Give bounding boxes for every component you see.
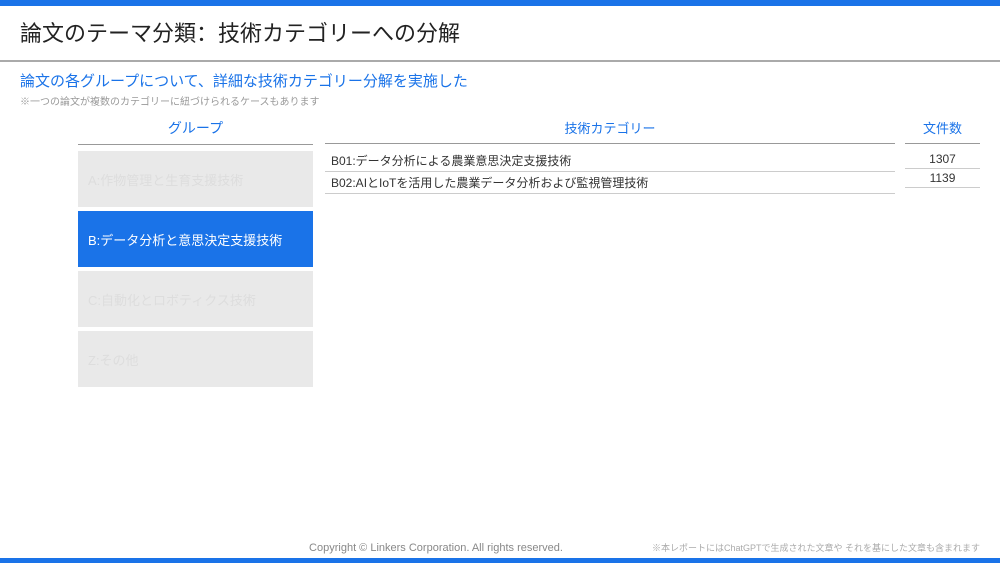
bottom-accent-bar [0, 558, 1000, 563]
category-row: B01:データ分析による農業意思決定支援技術 [325, 150, 895, 172]
main-layout: グループ A:作物管理と生育支援技術 B:データ分析と意思決定支援技術 C:自動… [20, 116, 980, 391]
group-sidebar: グループ A:作物管理と生育支援技術 B:データ分析と意思決定支援技術 C:自動… [78, 116, 313, 391]
sidebar-header: グループ [78, 116, 313, 145]
footer-text-row: Copyright © Linkers Corporation. All rig… [0, 541, 1000, 558]
content-area: 論文の各グループについて、詳細な技術カテゴリー分解を実施した ※一つの論文が複数… [0, 62, 1000, 391]
sidebar-item-label: C:自動化とロボティクス技術 [88, 290, 256, 309]
disclaimer-text: ※本レポートにはChatGPTで生成された文章や それを基にした文章も含まれます [652, 541, 980, 554]
sidebar-item-z[interactable]: Z:その他 [78, 331, 313, 387]
count-column: 文件数 1307 1139 [905, 116, 980, 391]
count-row: 1139 [905, 169, 980, 188]
count-row: 1307 [905, 150, 980, 169]
copyright-text: Copyright © Linkers Corporation. All rig… [220, 542, 652, 554]
category-header: 技術カテゴリー [325, 116, 895, 144]
sidebar-item-label: Z:その他 [88, 350, 139, 369]
category-column: 技術カテゴリー B01:データ分析による農業意思決定支援技術 B02:AIとIo… [325, 116, 895, 391]
sidebar-item-b[interactable]: B:データ分析と意思決定支援技術 [78, 211, 313, 267]
sidebar-item-label: A:作物管理と生育支援技術 [88, 170, 243, 189]
page-title: 論文のテーマ分類：技術カテゴリーへの分解 [0, 6, 1000, 62]
section-note: ※一つの論文が複数のカテゴリーに紐づけられるケースもあります [20, 93, 980, 108]
section-title: 論文の各グループについて、詳細な技術カテゴリー分解を実施した [20, 70, 980, 91]
main-data-area: 技術カテゴリー B01:データ分析による農業意思決定支援技術 B02:AIとIo… [325, 116, 980, 391]
count-header: 文件数 [905, 116, 980, 144]
sidebar-item-c[interactable]: C:自動化とロボティクス技術 [78, 271, 313, 327]
footer: Copyright © Linkers Corporation. All rig… [0, 541, 1000, 563]
sidebar-item-label: B:データ分析と意思決定支援技術 [88, 230, 282, 249]
category-row: B02:AIとIoTを活用した農業データ分析および監視管理技術 [325, 172, 895, 194]
sidebar-item-a[interactable]: A:作物管理と生育支援技術 [78, 151, 313, 207]
